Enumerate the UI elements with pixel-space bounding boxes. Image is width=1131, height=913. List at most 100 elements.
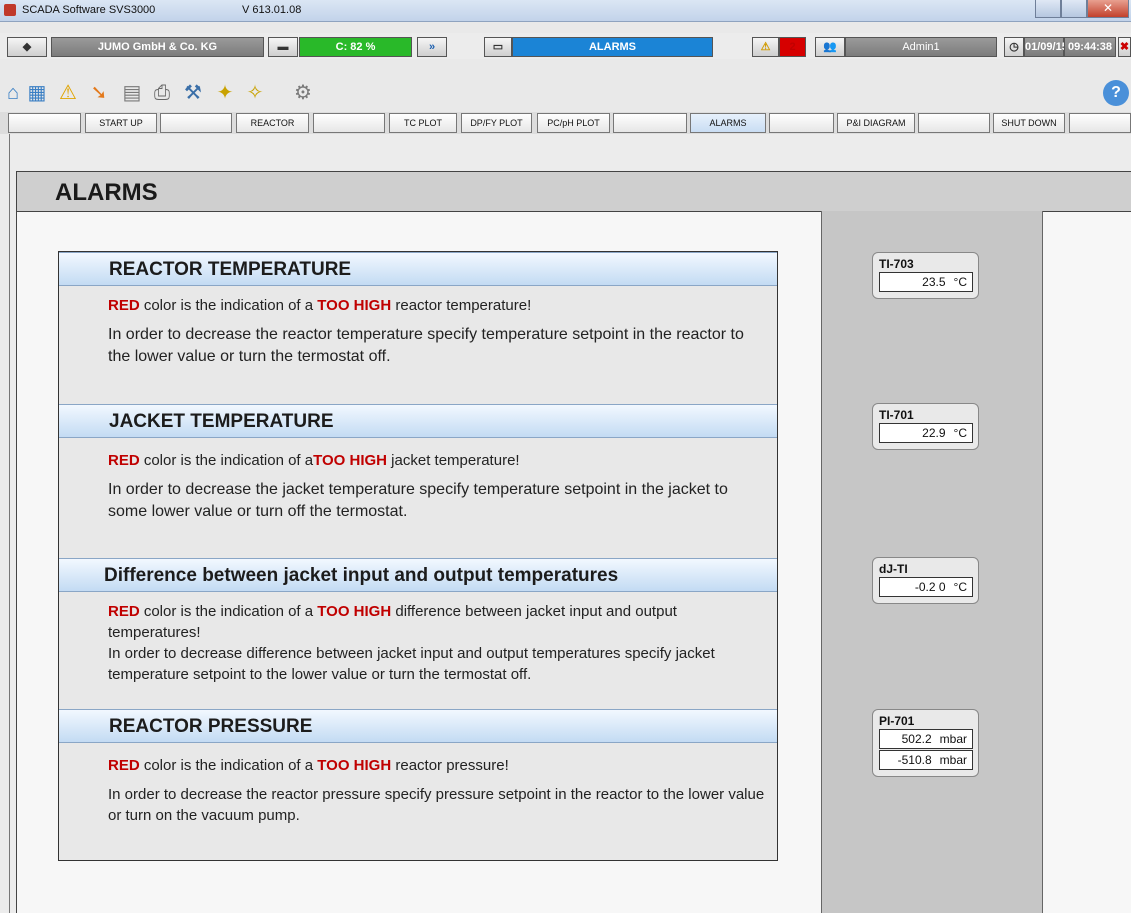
section-reactor-temperature: REACTOR TEMPERATURE RED color is the ind… bbox=[59, 252, 777, 368]
nav-pid-diagram[interactable]: P&I DIAGRAM bbox=[837, 113, 915, 133]
nav-shut-down[interactable]: SHUT DOWN bbox=[993, 113, 1065, 133]
app-icon bbox=[4, 4, 16, 16]
close-window-button[interactable]: ✕ bbox=[1087, 0, 1129, 18]
section-line: RED color is the indication of aTOO HIGH… bbox=[59, 450, 777, 471]
alarm-warning-icon[interactable]: ⚠ bbox=[752, 37, 779, 57]
connection-status: C: 82 % bbox=[299, 37, 412, 57]
indicator-value: -0.2 0 °C bbox=[879, 577, 973, 597]
section-jacket-temperature: JACKET TEMPERATURE RED color is the indi… bbox=[59, 404, 777, 523]
too-high-label: TOO HIGH bbox=[317, 603, 392, 620]
gear-icon[interactable]: ⚙ bbox=[290, 80, 316, 106]
indicator-value: 23.5 °C bbox=[879, 272, 973, 292]
nav-empty-2[interactable] bbox=[160, 113, 232, 133]
company-name: JUMO GmbH & Co. KG bbox=[51, 37, 264, 57]
nav-empty-3[interactable] bbox=[313, 113, 385, 133]
line-text: color is the indication of a bbox=[139, 603, 318, 620]
section-title: JACKET TEMPERATURE bbox=[59, 404, 777, 438]
too-high-label: TOO HIGH bbox=[317, 297, 392, 314]
section-paragraph: In order to decrease the jacket temperat… bbox=[108, 481, 728, 520]
alarm-description-box: REACTOR TEMPERATURE RED color is the ind… bbox=[58, 251, 778, 861]
indicator-dj-ti[interactable]: dJ-TI -0.2 0 °C bbox=[872, 557, 979, 604]
wand-list-icon[interactable]: ✧ bbox=[242, 80, 268, 106]
logo-icon[interactable]: ◆ bbox=[7, 37, 47, 57]
section-difference-temperatures: Difference between jacket input and outp… bbox=[59, 558, 777, 685]
indicator-tag: TI-701 bbox=[879, 408, 914, 422]
minimize-button[interactable] bbox=[1035, 0, 1061, 18]
indicator-value: -510.8 mbar bbox=[879, 750, 973, 770]
arrow-icon[interactable]: ➘ bbox=[86, 80, 112, 106]
navigation-bar: START UP REACTOR TC PLOT DP/FY PLOT PC/p… bbox=[0, 112, 1131, 134]
document-icon[interactable]: ▤ bbox=[119, 80, 145, 106]
line-text: color is the indication of a bbox=[139, 297, 318, 314]
nav-start-up[interactable]: START UP bbox=[85, 113, 157, 133]
user-name: Admin1 bbox=[845, 37, 997, 57]
line-text: jacket temperature! bbox=[387, 452, 520, 469]
page-title: ALARMS bbox=[55, 179, 158, 206]
section-line: RED color is the indication of a TOO HIG… bbox=[59, 755, 777, 776]
nav-empty-5[interactable] bbox=[769, 113, 834, 133]
section-line: RED color is the indication of a TOO HIG… bbox=[59, 601, 777, 643]
status-bar: ◆ JUMO GmbH & Co. KG ▬ C: 82 % » ▭ ALARM… bbox=[0, 33, 1131, 59]
tools-icon[interactable]: ⚒ bbox=[180, 80, 206, 106]
line-text: color is the indication of a bbox=[139, 757, 318, 774]
line-text: color is the indication of a bbox=[139, 452, 314, 469]
nav-alarms[interactable]: ALARMS bbox=[690, 113, 766, 133]
red-label: RED bbox=[108, 452, 140, 469]
section-title: REACTOR PRESSURE bbox=[59, 709, 777, 743]
window-version: V 613.01.08 bbox=[242, 4, 302, 16]
network-icon[interactable]: ▬ bbox=[268, 37, 298, 57]
warning-icon[interactable]: ⚠ bbox=[55, 80, 81, 106]
users-icon[interactable]: 👥 bbox=[815, 37, 845, 57]
nav-empty-4[interactable] bbox=[613, 113, 687, 133]
nav-empty-7[interactable] bbox=[1069, 113, 1131, 133]
window-titlebar: SCADA Software SVS3000 V 613.01.08 ✕ bbox=[0, 0, 1131, 22]
nav-tc-plot[interactable]: TC PLOT bbox=[389, 113, 457, 133]
section-paragraph: In order to decrease difference between … bbox=[108, 645, 715, 683]
line-text: reactor pressure! bbox=[391, 757, 509, 774]
section-paragraph: In order to decrease the reactor pressur… bbox=[108, 786, 765, 824]
red-label: RED bbox=[108, 757, 140, 774]
window-controls: ✕ bbox=[1035, 0, 1129, 18]
indicator-pi-701[interactable]: PI-701 502.2 mbar -510.8 mbar bbox=[872, 709, 979, 777]
printer-icon[interactable]: ⎙ bbox=[149, 80, 175, 106]
red-label: RED bbox=[108, 297, 140, 314]
divider bbox=[9, 134, 10, 913]
nav-reactor[interactable]: REACTOR bbox=[236, 113, 309, 133]
screen-icon[interactable]: ▭ bbox=[484, 37, 512, 57]
toolbar: ⌂ ▦ ⚠ ➘ ▤ ⎙ ⚒ ✦ ✧ ⚙ ? bbox=[0, 76, 1131, 110]
wand-icon[interactable]: ✦ bbox=[212, 80, 238, 106]
indicator-tag: PI-701 bbox=[879, 714, 915, 728]
indicator-ti-703[interactable]: TI-703 23.5 °C bbox=[872, 252, 979, 299]
home-icon[interactable]: ⌂ bbox=[0, 80, 26, 106]
too-high-label: TOO HIGH bbox=[313, 452, 388, 469]
line-text: reactor temperature! bbox=[391, 297, 532, 314]
red-label: RED bbox=[108, 603, 140, 620]
nav-pcph-plot[interactable]: PC/pH PLOT bbox=[537, 113, 610, 133]
page-header: ALARMS bbox=[16, 171, 1131, 211]
indicator-ti-701[interactable]: TI-701 22.9 °C bbox=[872, 403, 979, 450]
help-icon[interactable]: ? bbox=[1103, 80, 1129, 106]
indicator-tag: dJ-TI bbox=[879, 562, 908, 576]
section-title: REACTOR TEMPERATURE bbox=[59, 252, 777, 286]
current-screen: ALARMS bbox=[512, 37, 713, 57]
section-title: Difference between jacket input and outp… bbox=[59, 558, 777, 592]
maximize-button[interactable] bbox=[1061, 0, 1087, 18]
forward-icon[interactable]: » bbox=[417, 37, 447, 57]
time-display: 09:44:38 bbox=[1064, 37, 1116, 57]
alarm-count-badge[interactable]: 2 bbox=[779, 37, 806, 57]
right-panel bbox=[1043, 211, 1131, 913]
too-high-label: TOO HIGH bbox=[317, 757, 392, 774]
section-line: RED color is the indication of a TOO HIG… bbox=[59, 295, 777, 316]
date-display: 01/09/15 bbox=[1024, 37, 1068, 57]
window-title: SCADA Software SVS3000 bbox=[22, 4, 156, 16]
window-icon[interactable]: ▦ bbox=[24, 80, 50, 106]
exit-icon[interactable]: ✖ bbox=[1118, 37, 1131, 57]
indicator-value: 502.2 mbar bbox=[879, 729, 973, 749]
section-reactor-pressure: REACTOR PRESSURE RED color is the indica… bbox=[59, 709, 777, 826]
indicator-value: 22.9 °C bbox=[879, 423, 973, 443]
clock-icon: ◷ bbox=[1004, 37, 1024, 57]
nav-dpfy-plot[interactable]: DP/FY PLOT bbox=[461, 113, 532, 133]
section-paragraph: In order to decrease the reactor tempera… bbox=[108, 326, 744, 365]
nav-empty-6[interactable] bbox=[918, 113, 990, 133]
nav-empty-1[interactable] bbox=[8, 113, 81, 133]
